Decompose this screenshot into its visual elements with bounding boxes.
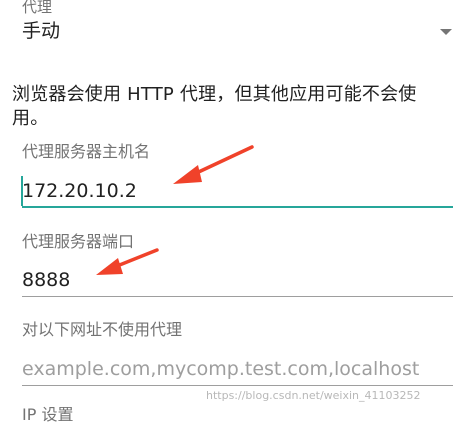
dropdown-arrow-icon [440, 29, 452, 35]
bypass-label: 对以下网址不使用代理 [22, 320, 183, 339]
proxy-dropdown[interactable]: 手动 [0, 14, 457, 50]
proxy-info-text: 浏览器会使用 HTTP 代理，但其他应用可能不会使用。 [12, 84, 417, 129]
hostname-input[interactable] [22, 176, 452, 206]
port-input[interactable] [22, 265, 452, 295]
watermark: https://blog.csdn.net/weixin_41103252 [206, 389, 421, 402]
port-underline [22, 296, 453, 297]
port-label: 代理服务器端口 [22, 232, 135, 251]
bypass-input[interactable] [22, 354, 452, 384]
ip-settings-label[interactable]: IP 设置 [22, 405, 73, 425]
text-cursor [21, 176, 23, 206]
proxy-value: 手动 [22, 20, 61, 42]
bypass-underline [22, 385, 453, 386]
hostname-label: 代理服务器主机名 [22, 142, 151, 161]
hostname-underline [22, 206, 453, 208]
